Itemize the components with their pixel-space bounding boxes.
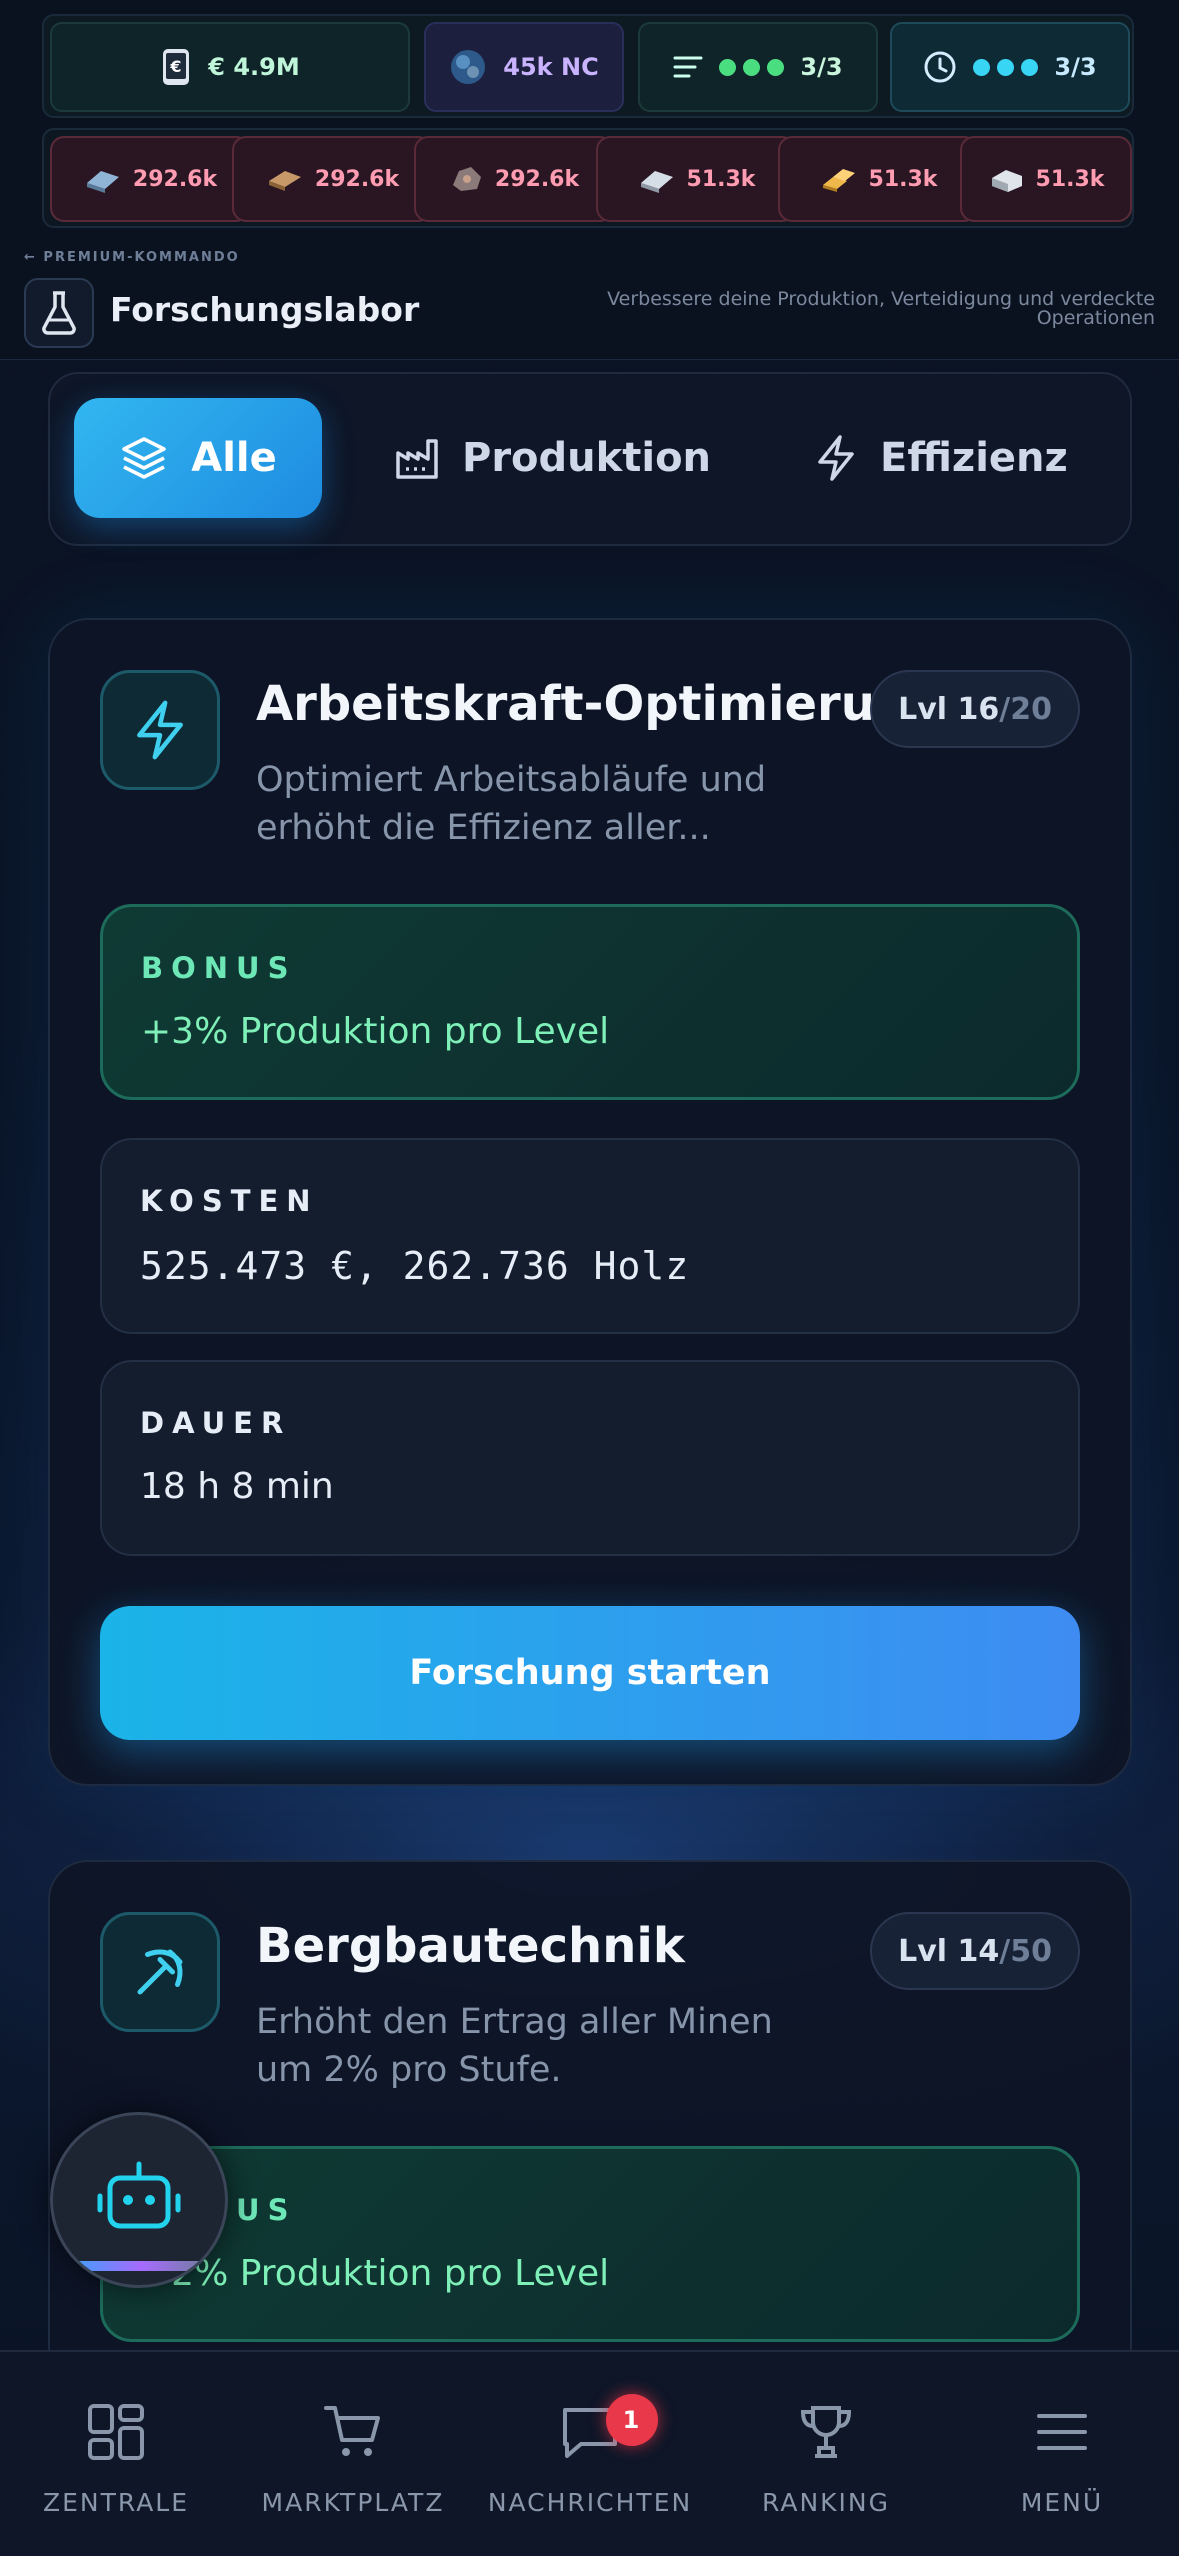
category-tabs: Alle Produktion Effizienz [48,372,1132,546]
wood-planks-icon [268,171,301,191]
notification-badge: 1 [606,2394,658,2446]
stats-row: € € 4.9M 45k NC 3/3 3/3 [42,14,1134,118]
ore-rock-icon [452,167,481,191]
resource-value: 292.6k [494,166,580,192]
resource-value: 292.6k [132,166,218,192]
silver-ingot-icon [640,171,673,193]
resource-value: 292.6k [314,166,400,192]
nav-label: RANKING [761,2488,890,2517]
bonus-box: BONUS +3% Produktion pro Level [100,904,1080,1100]
duration-box: DAUER 18 h 8 min [100,1360,1080,1556]
nc-value: 45k NC [503,53,599,81]
level-max: /50 [999,1933,1052,1969]
bonus-label: BONUS [141,951,297,985]
level-badge: Lvl 14/50 [870,1912,1080,1990]
lightning-icon [818,435,854,481]
bottom-nav: ZENTRALE MARKTPLATZ 1 NACHRICHTEN RANKIN… [0,2350,1179,2556]
page-subtitle: Verbessere deine Produktion, Verteidigun… [607,288,1155,329]
duration-label: DAUER [140,1406,292,1440]
top-bar: € € 4.9M 45k NC 3/3 3/3 292.6k 292.6k 29… [0,0,1179,360]
assistant-bot-button[interactable] [50,2112,228,2288]
nav-nachrichten[interactable]: 1 NACHRICHTEN [487,2394,693,2517]
list-icon [673,56,703,78]
start-research-button[interactable]: Forschung starten [100,1606,1080,1740]
timer-pill[interactable]: 3/3 [890,22,1130,112]
resource-gold[interactable]: 51.3k [778,136,978,222]
tab-produktion[interactable]: Produktion [394,398,711,518]
clock-icon [924,51,956,83]
resource-wood[interactable]: 292.6k [232,136,432,222]
research-card: Arbeitskraft-Optimierung Optimiert Arbei… [48,618,1132,1786]
bonus-value: +2% Produktion pro Level [141,2253,610,2294]
nav-marktplatz[interactable]: MARKTPLATZ [253,2402,453,2517]
layers-icon [122,437,166,479]
resource-steel[interactable]: 292.6k [50,136,250,222]
level-max: /20 [999,691,1052,727]
bonus-box: BONUS +2% Produktion pro Level [100,2146,1080,2342]
level-current: Lvl 14 [898,1933,1000,1969]
money-value: € 4.9M [208,53,300,81]
globe-icon [451,50,486,84]
phone-euro-icon: € [163,49,190,85]
nav-label: MENÜ [1020,2488,1104,2517]
cost-box: KOSTEN 525.473 €, 262.736 Holz [100,1138,1080,1334]
queue-pill[interactable]: 3/3 [638,22,878,112]
resource-value: 51.3k [686,166,756,192]
nc-pill[interactable]: 45k NC [424,22,624,112]
tab-label: Produktion [462,435,712,481]
resource-silver[interactable]: 51.3k [596,136,796,222]
resource-value: 51.3k [868,166,938,192]
stone-block-icon [991,170,1022,192]
timer-dots [973,58,1039,76]
page-title: Forschungslabor [110,290,420,329]
nav-ranking[interactable]: RANKING [726,2402,926,2517]
page-header: ← PREMIUM-KOMMANDO Forschungslabor Verbe… [0,240,1179,358]
grid-icon [88,2404,144,2460]
timer-count: 3/3 [1054,53,1097,81]
cost-value: 525.473 €, 262.736 Holz [140,1244,690,1288]
tab-label: Effizienz [880,435,1068,481]
tab-alle[interactable]: Alle [74,398,322,518]
money-pill[interactable]: € € 4.9M [50,22,410,112]
queue-count: 3/3 [800,53,843,81]
pickaxe-icon [100,1912,220,2032]
nav-label: MARKTPLATZ [261,2488,445,2517]
lightning-icon [100,670,220,790]
resource-ore[interactable]: 292.6k [414,136,614,222]
flask-icon [24,278,94,348]
nav-menue[interactable]: MENÜ [962,2402,1162,2517]
queue-dots [719,58,785,76]
cart-icon [324,2406,380,2456]
duration-value: 18 h 8 min [140,1466,334,1507]
bonus-value: +3% Produktion pro Level [141,1011,610,1052]
tab-effizienz[interactable]: Effizienz [814,398,1068,518]
gold-bars-icon [822,169,855,192]
card-description: Erhöht den Ertrag aller Minen um 2% pro … [256,2002,773,2090]
svg-text:€: € [170,57,182,76]
nav-zentrale[interactable]: ZENTRALE [16,2402,216,2517]
trophy-icon [800,2406,852,2458]
menu-icon [1037,2414,1087,2450]
assistant-progress [71,2261,211,2271]
card-description: Optimiert Arbeitsabläufe und erhöht die … [256,760,767,848]
tab-label: Alle [191,435,277,481]
nav-label: NACHRICHTEN [487,2488,693,2517]
level-badge: Lvl 16/20 [870,670,1080,748]
card-title: Arbeitskraft-Optimierung [256,676,944,732]
resources-row: 292.6k 292.6k 292.6k 51.3k 51.3k 51.3k [42,128,1134,228]
breadcrumb-back[interactable]: ← PREMIUM-KOMMANDO [24,250,240,265]
nav-label: ZENTRALE [42,2488,190,2517]
cost-label: KOSTEN [140,1184,319,1218]
steel-bars-icon [86,171,119,193]
resource-stone[interactable]: 51.3k [960,136,1132,222]
factory-icon [396,439,438,479]
card-title: Bergbautechnik [256,1918,685,1974]
level-current: Lvl 16 [898,691,1000,727]
robot-icon [97,2161,181,2229]
resource-value: 51.3k [1035,166,1105,192]
